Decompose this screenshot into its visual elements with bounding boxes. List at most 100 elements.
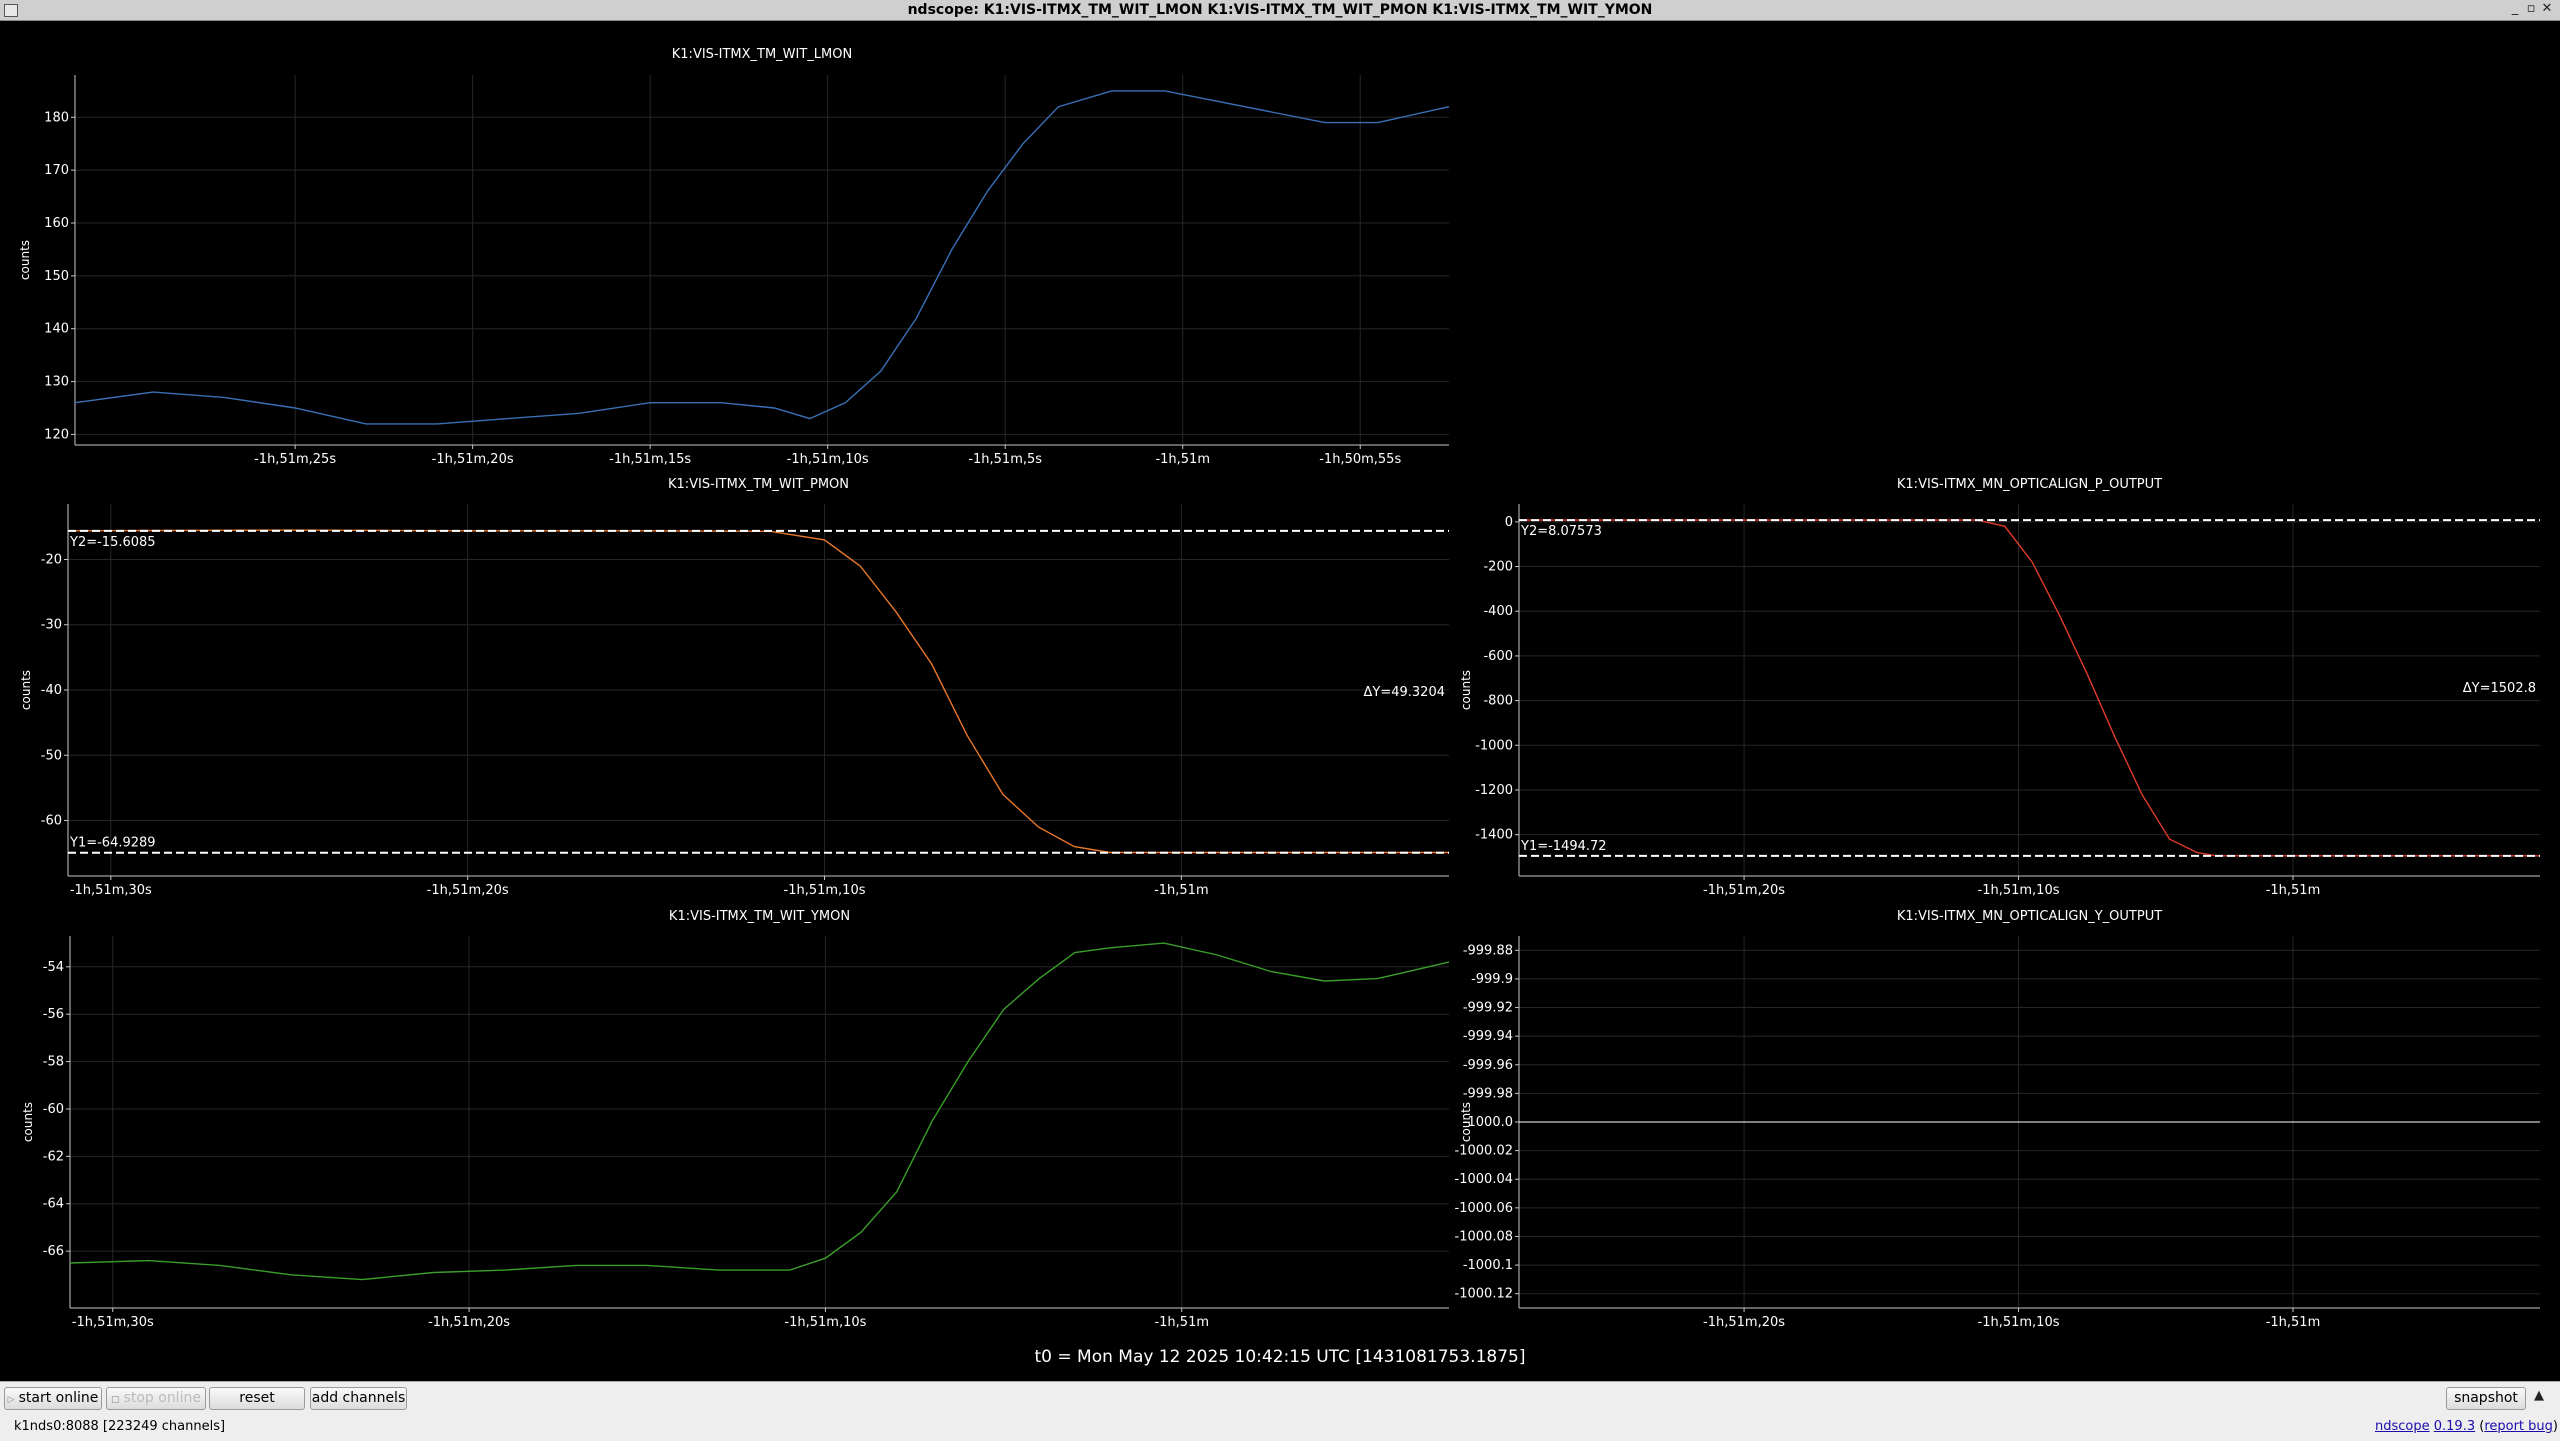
y-tick-label: -1000.06	[1455, 1201, 1513, 1216]
y-tick-label: -58	[43, 1055, 64, 1070]
reset-button[interactable]: reset	[209, 1387, 305, 1410]
control-bar: ▷ start online □ stop online reset add cha…	[0, 1381, 2560, 1441]
series-line-lmon	[74, 90, 1450, 425]
y-tick-label: -1000.08	[1455, 1229, 1513, 1244]
y-tick-label: -56	[43, 1007, 64, 1022]
x-tick-label: -1h,51m,30s	[70, 883, 152, 898]
y-tick-label: -66	[43, 1244, 64, 1259]
y-axis-label: counts	[21, 1102, 35, 1142]
y-tick-label: 0	[1505, 515, 1513, 530]
y-axis-label: counts	[1459, 670, 1473, 710]
y-tick-label: -1000.0	[1463, 1115, 1513, 1130]
x-tick-label: -1h,51m	[1154, 883, 1209, 898]
play-icon: ▷	[7, 1395, 15, 1405]
y-tick-label: -999.98	[1463, 1086, 1513, 1101]
x-tick-label: -1h,51m,10s	[1978, 883, 2060, 898]
x-tick-label: -1h,51m,30s	[72, 1315, 154, 1330]
cursor-y2-label: Y2=8.07573	[1520, 524, 1602, 539]
cursor-y1-label: Y1=-64.9289	[69, 836, 156, 851]
stop-online-button: □ stop online	[106, 1387, 206, 1410]
ndscope-link[interactable]: ndscope	[2375, 1419, 2430, 1434]
plot-title: K1:VIS-ITMX_TM_WIT_PMON	[668, 477, 849, 492]
series-line-ymon	[69, 942, 1450, 1281]
cursor-y1-label: Y1=-1494.72	[1520, 839, 1607, 854]
cursor-delta-label: ΔY=1502.8	[2463, 681, 2536, 696]
y-tick-label: -1000.04	[1455, 1172, 1513, 1187]
x-tick-label: -1h,51m,20s	[1703, 883, 1785, 898]
plot-title: K1:VIS-ITMX_TM_WIT_YMON	[669, 909, 850, 924]
x-tick-label: -1h,51m	[2266, 1315, 2321, 1330]
x-tick-label: -1h,51m,20s	[432, 452, 514, 467]
y-tick-label: 180	[44, 110, 69, 125]
x-tick-label: -1h,51m,5s	[968, 452, 1042, 467]
add-channels-button[interactable]: add channels	[310, 1387, 407, 1410]
y-axis-label: counts	[19, 670, 33, 710]
y-axis-label: counts	[18, 240, 32, 280]
plot-title: K1:VIS-ITMX_TM_WIT_LMON	[672, 47, 852, 62]
collapse-icon[interactable]: ▲	[2534, 1388, 2544, 1403]
x-tick-label: -1h,51m,10s	[1978, 1315, 2060, 1330]
y-tick-label: 170	[44, 163, 69, 178]
x-tick-label: -1h,50m,55s	[1319, 452, 1401, 467]
x-tick-label: -1h,51m	[2266, 883, 2321, 898]
y-tick-label: -60	[43, 1102, 64, 1117]
y-tick-label: 140	[44, 322, 69, 337]
snapshot-button[interactable]: snapshot	[2446, 1387, 2526, 1410]
y-tick-label: -1400	[1475, 828, 1513, 843]
version-link[interactable]: 0.19.3	[2434, 1419, 2475, 1434]
x-tick-label: -1h,51m,25s	[254, 452, 336, 467]
window-title: ndscope: K1:VIS-ITMX_TM_WIT_LMON K1:VIS-…	[907, 2, 1653, 18]
maximize-icon[interactable]: ▫	[2524, 1, 2538, 16]
plot-area[interactable]: K1:VIS-ITMX_TM_WIT_LMONcounts 120 130 140 15…	[0, 21, 2560, 1381]
plot-title: K1:VIS-ITMX_MN_OPTICALIGN_Y_OUTPUT	[1897, 909, 2162, 924]
y-tick-label: -999.9	[1471, 972, 1513, 987]
y-tick-label: -1000.1	[1463, 1258, 1513, 1273]
x-tick-label: -1h,51m,10s	[784, 883, 866, 898]
x-tick-label: -1h,51m	[1155, 452, 1210, 467]
x-tick-label: -1h,51m,20s	[428, 1315, 510, 1330]
y-tick-label: -200	[1483, 560, 1513, 575]
x-tick-label: -1h,51m,10s	[787, 452, 869, 467]
y-tick-label: -800	[1483, 694, 1513, 709]
x-tick-label: -1h,51m,15s	[609, 452, 691, 467]
plot-title: K1:VIS-ITMX_MN_OPTICALIGN_P_OUTPUT	[1897, 477, 2162, 492]
minimize-icon[interactable]: _	[2508, 1, 2522, 16]
series-line-optalign-p	[1519, 519, 2540, 857]
close-icon[interactable]: ✕	[2540, 1, 2554, 16]
y-tick-label: -999.92	[1463, 1001, 1513, 1016]
y-tick-label: -999.96	[1463, 1058, 1513, 1073]
nds-server-status: k1nds0:8088 [223249 channels]	[14, 1419, 226, 1434]
y-tick-label: -20	[41, 552, 62, 567]
y-tick-label: -999.88	[1463, 943, 1513, 958]
y-tick-label: 150	[44, 269, 69, 284]
stop-icon: □	[111, 1395, 120, 1405]
y-tick-label: -1000.02	[1455, 1144, 1513, 1159]
start-online-button[interactable]: ▷ start online	[4, 1387, 102, 1410]
y-tick-label: -999.94	[1463, 1029, 1513, 1044]
series-line-pmon	[67, 529, 1449, 854]
y-tick-label: 130	[44, 375, 69, 390]
y-tick-label: 160	[44, 216, 69, 231]
report-bug-link[interactable]: report bug	[2484, 1419, 2553, 1434]
version-info: ndscope 0.19.3 (report bug)	[2374, 1419, 2558, 1434]
y-tick-label: -40	[41, 683, 62, 698]
y-tick-label: 120	[44, 427, 69, 442]
cursor-y2-label: Y2=-15.6085	[69, 535, 156, 550]
x-tick-label: -1h,51m,20s	[1703, 1315, 1785, 1330]
x-tick-label: -1h,51m,20s	[427, 883, 509, 898]
y-tick-label: -60	[41, 814, 62, 829]
y-tick-label: -1200	[1475, 783, 1513, 798]
x-tick-label: -1h,51m	[1154, 1315, 1209, 1330]
y-tick-label: -62	[43, 1149, 64, 1164]
cursor-delta-label: ΔY=49.3204	[1364, 685, 1446, 700]
y-tick-label: -1000	[1475, 738, 1513, 753]
y-tick-label: -1000.12	[1455, 1287, 1513, 1302]
window-titlebar: ndscope: K1:VIS-ITMX_TM_WIT_LMON K1:VIS-…	[0, 0, 2560, 21]
y-tick-label: -600	[1483, 649, 1513, 664]
y-tick-label: -400	[1483, 604, 1513, 619]
y-tick-label: -50	[41, 748, 62, 763]
y-tick-label: -64	[43, 1197, 64, 1212]
t0-label: t0 = Mon May 12 2025 10:42:15 UTC [14310…	[1035, 1347, 1526, 1367]
y-tick-label: -30	[41, 618, 62, 633]
y-tick-label: -54	[43, 960, 64, 975]
